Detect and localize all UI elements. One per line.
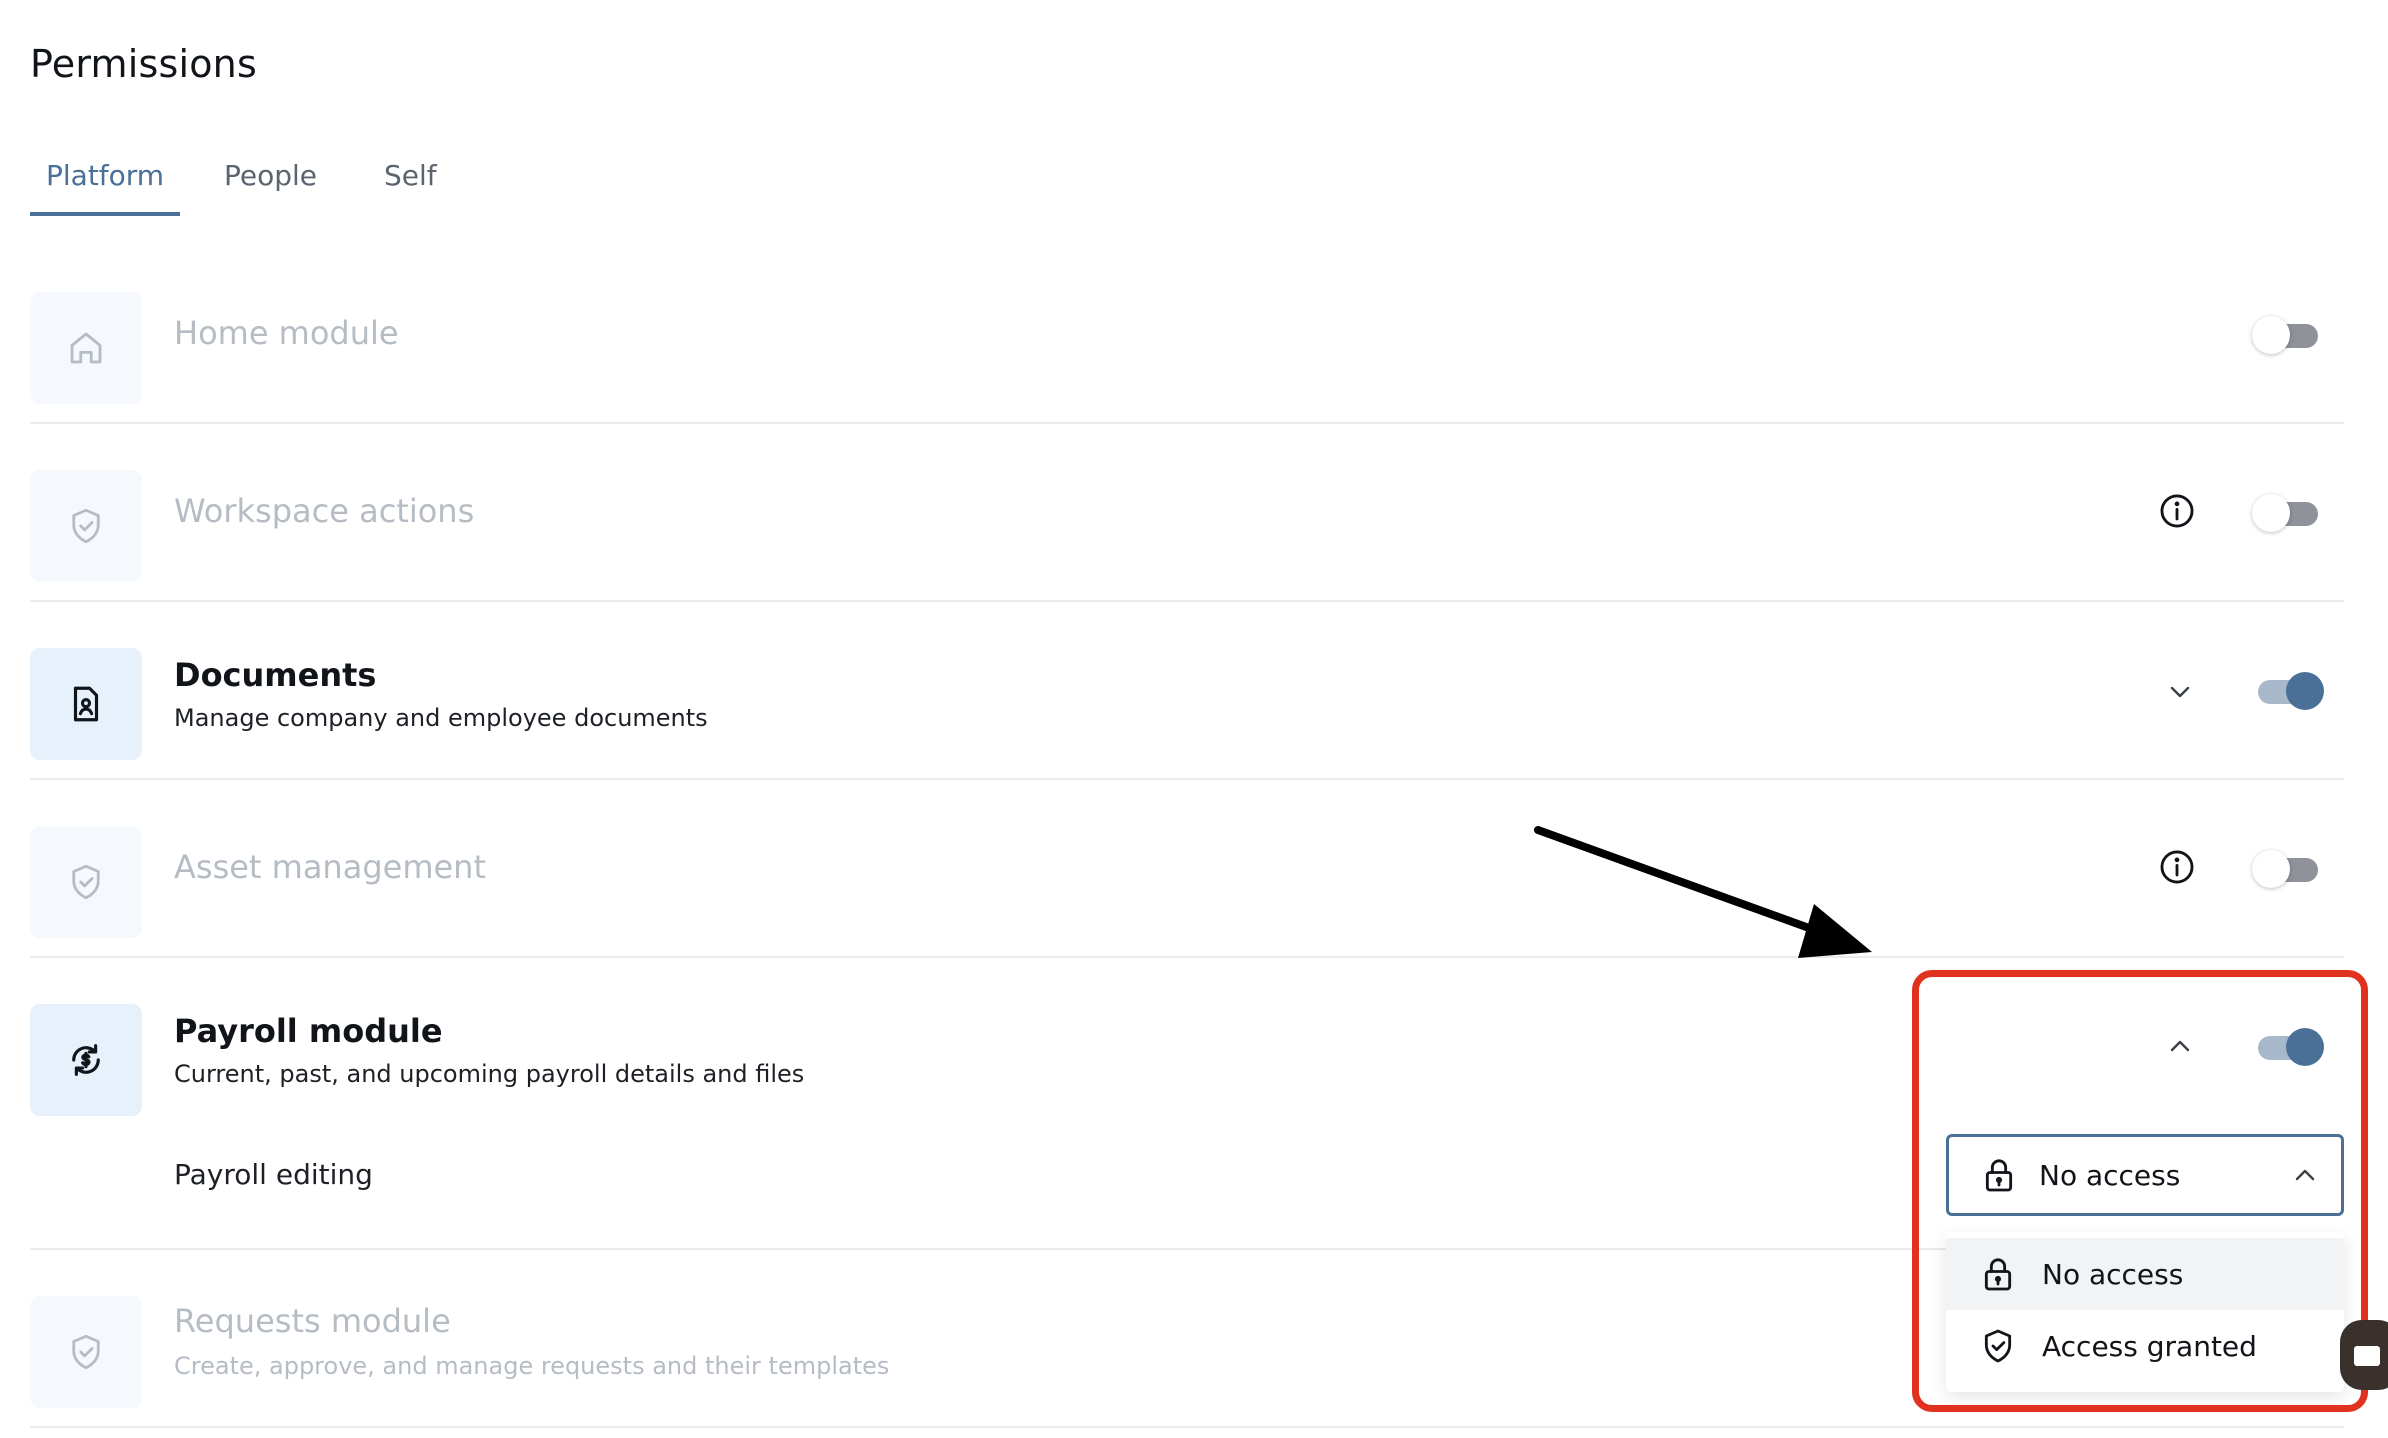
info-icon[interactable]: [2156, 490, 2198, 532]
module-row-asset-management: Asset management: [30, 780, 2344, 958]
shield-check-icon: [72, 1334, 100, 1370]
asset-management-toggle[interactable]: [2252, 848, 2324, 888]
info-icon[interactable]: [2156, 846, 2198, 888]
chevron-down-icon[interactable]: [2160, 672, 2200, 712]
module-name: Documents: [174, 656, 377, 694]
module-tile: [30, 648, 142, 760]
module-tile: [30, 1296, 142, 1408]
help-widget-button[interactable]: [2340, 1320, 2388, 1390]
payroll-refresh-icon: [72, 1044, 100, 1076]
module-description: Current, past, and upcoming payroll deta…: [174, 1060, 805, 1088]
annotation-arrow: [1534, 826, 1872, 958]
permissions-page: { "page": { "title": "Permissions" }, "t…: [0, 0, 2388, 1438]
workspace-actions-toggle[interactable]: [2252, 492, 2324, 532]
document-person-icon: [73, 686, 99, 722]
module-description: Manage company and employee documents: [174, 704, 708, 732]
module-row-workspace-actions: Workspace actions: [30, 424, 2344, 602]
payroll-editing-label: Payroll editing: [174, 1158, 373, 1191]
module-row-documents: Documents Manage company and employee do…: [30, 602, 2344, 780]
page-title: Permissions: [30, 42, 257, 86]
tab-self[interactable]: Self: [368, 156, 453, 216]
home-icon: [70, 332, 102, 364]
shield-check-icon: [72, 508, 100, 544]
module-name: Payroll module: [174, 1012, 443, 1050]
tab-platform[interactable]: Platform: [30, 156, 181, 216]
home-module-toggle[interactable]: [2252, 314, 2324, 354]
shield-check-icon: [72, 864, 100, 900]
annotation-highlight-box: [1912, 970, 2368, 1412]
permission-tabs: Platform People Self: [30, 150, 530, 216]
tab-people[interactable]: People: [208, 156, 333, 216]
module-name: Home module: [174, 314, 399, 352]
module-tile: [30, 292, 142, 404]
module-tile: [30, 1004, 142, 1116]
module-name: Requests module: [174, 1302, 451, 1340]
documents-toggle[interactable]: [2252, 670, 2324, 710]
module-name: Asset management: [174, 848, 486, 886]
module-tile: [30, 470, 142, 582]
module-description: Create, approve, and manage requests and…: [174, 1352, 890, 1380]
module-row-home: Home module: [30, 246, 2344, 424]
module-tile: [30, 826, 142, 938]
module-name: Workspace actions: [174, 492, 475, 530]
